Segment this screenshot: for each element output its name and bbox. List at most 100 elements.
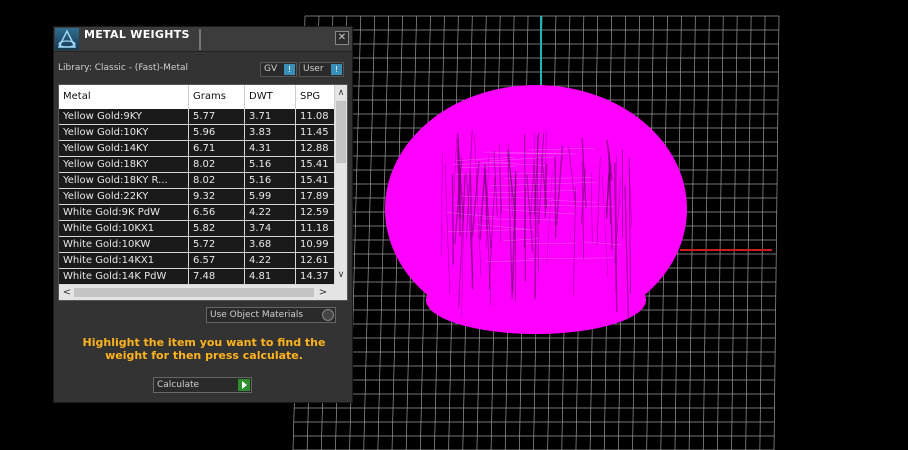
metal-cell: Yellow Gold:9KY [59, 109, 189, 124]
wire-streak [554, 156, 557, 238]
vertical-scrollbar[interactable]: ∧ ∨ [335, 85, 347, 285]
horizontal-scroll-thumb[interactable] [74, 288, 314, 297]
metal-weights-panel: METAL WEIGHTS ✕ Library: Classic - (Fast… [53, 26, 353, 403]
table-row[interactable]: Yellow Gold:18KY 8.02 5.16 15.41 [59, 157, 335, 173]
dwt-cell: 3.83 [245, 125, 296, 140]
grams-cell: 9.32 [189, 189, 245, 204]
grid-line [702, 15, 710, 450]
metal-cell: Yellow Gold:18KY R... [59, 173, 189, 188]
spg-cell: 12.88 [296, 141, 335, 156]
grid-line [688, 15, 696, 450]
metal-cell: Yellow Gold:22KY [59, 189, 189, 204]
spg-cell: 12.61 [296, 253, 335, 268]
gv-toggle-label: GV [264, 64, 278, 74]
gv-toggle[interactable]: GV ! [260, 62, 297, 77]
column-header-grams[interactable]: Grams [189, 85, 245, 109]
wire-streak [451, 174, 454, 265]
grams-cell: 5.72 [189, 237, 245, 252]
info-icon: ! [331, 64, 342, 75]
vertical-scroll-thumb[interactable] [336, 101, 346, 163]
spg-cell: 17.89 [296, 189, 335, 204]
magenta-wireframe-object[interactable] [385, 85, 687, 334]
grams-cell: 6.57 [189, 253, 245, 268]
grams-cell: 6.71 [189, 141, 245, 156]
table-body: Yellow Gold:9KY 5.77 3.71 11.08 Yellow Gold… [59, 109, 335, 285]
info-icon: ! [284, 64, 295, 75]
table-header: Metal Grams DWT SPG [59, 85, 335, 109]
table-row[interactable]: White Gold:14KX1 6.57 4.22 12.61 [59, 253, 335, 269]
spg-cell: 15.41 [296, 173, 335, 188]
user-toggle-label: User [303, 64, 324, 74]
metal-table: Metal Grams DWT SPG Yellow Gold:9KY 5.77 3… [58, 84, 348, 301]
horizontal-scrollbar[interactable]: < > [59, 285, 347, 300]
instruction-text: Highlight the item you want to find the … [82, 336, 326, 362]
grid-line [363, 15, 376, 450]
column-header-spg[interactable]: SPG [296, 85, 335, 109]
use-object-materials-label: Use Object Materials [210, 310, 304, 320]
metal-cell: White Gold:14K PdW [59, 269, 189, 284]
library-label: Library: Classic - (Fast)-Metal [58, 63, 189, 73]
table-row[interactable]: White Gold:14K PdW 7.48 4.81 14.37 [59, 269, 335, 285]
grams-cell: 6.56 [189, 205, 245, 220]
table-row[interactable]: Yellow Gold:22KY 9.32 5.99 17.89 [59, 189, 335, 205]
metal-cell: White Gold:10KW [59, 237, 189, 252]
column-header-dwt[interactable]: DWT [245, 85, 296, 109]
dwt-cell: 5.16 [245, 157, 296, 172]
panel-title: METAL WEIGHTS [84, 28, 190, 41]
grid-line [717, 15, 724, 450]
metal-cell: Yellow Gold:18KY [59, 157, 189, 172]
use-object-materials-toggle[interactable]: Use Object Materials [206, 307, 336, 323]
table-row[interactable]: Yellow Gold:9KY 5.77 3.71 11.08 [59, 109, 335, 125]
grid-line [731, 15, 738, 450]
table-row[interactable]: Yellow Gold:10KY 5.96 3.83 11.45 [59, 125, 335, 141]
metal-cell: Yellow Gold:14KY [59, 141, 189, 156]
table-row[interactable]: Yellow Gold:18KY R... 8.02 5.16 15.41 [59, 173, 335, 189]
grid-line [759, 15, 766, 450]
spg-cell: 11.45 [296, 125, 335, 140]
grams-cell: 5.96 [189, 125, 245, 140]
dwt-cell: 3.74 [245, 221, 296, 236]
calculate-button[interactable]: Calculate [153, 377, 252, 393]
grams-cell: 5.82 [189, 221, 245, 236]
radio-indicator-icon [322, 309, 334, 321]
dwt-cell: 5.99 [245, 189, 296, 204]
dwt-cell: 4.31 [245, 141, 296, 156]
spg-cell: 14.37 [296, 269, 335, 284]
table-row[interactable]: Yellow Gold:14KY 6.71 4.31 12.88 [59, 141, 335, 157]
wire-streak [524, 134, 527, 282]
table-row[interactable]: White Gold:9K PdW 6.56 4.22 12.59 [59, 205, 335, 221]
grid-line [377, 15, 389, 450]
scroll-down-icon[interactable]: ∨ [335, 269, 347, 281]
dwt-cell: 3.68 [245, 237, 296, 252]
table-row[interactable]: White Gold:10KX1 5.82 3.74 11.18 [59, 221, 335, 237]
grams-cell: 5.77 [189, 109, 245, 124]
metal-cell: Yellow Gold:10KY [59, 125, 189, 140]
spg-cell: 15.41 [296, 157, 335, 172]
grid-line [745, 15, 752, 450]
scroll-right-icon[interactable]: > [317, 285, 329, 300]
scroll-up-icon[interactable]: ∧ [335, 87, 347, 99]
title-tab-divider [199, 29, 201, 50]
dwt-cell: 4.22 [245, 253, 296, 268]
dwt-cell: 5.16 [245, 173, 296, 188]
panel-titlebar[interactable]: METAL WEIGHTS ✕ [54, 27, 352, 52]
dwt-cell: 3.71 [245, 109, 296, 124]
spg-cell: 12.59 [296, 205, 335, 220]
spg-cell: 10.99 [296, 237, 335, 252]
grams-cell: 8.02 [189, 157, 245, 172]
grams-cell: 7.48 [189, 269, 245, 284]
spg-cell: 11.08 [296, 109, 335, 124]
metal-cell: White Gold:14KX1 [59, 253, 189, 268]
play-arrow-icon [238, 379, 250, 391]
scroll-left-icon[interactable]: < [61, 285, 73, 300]
dwt-cell: 4.81 [245, 269, 296, 284]
table-row[interactable]: White Gold:10KW 5.72 3.68 10.99 [59, 237, 335, 253]
grid-line [773, 15, 780, 450]
app-logo-icon [55, 28, 79, 50]
spg-cell: 11.18 [296, 221, 335, 236]
close-icon[interactable]: ✕ [335, 31, 349, 45]
calculate-label: Calculate [157, 380, 200, 390]
column-header-metal[interactable]: Metal [59, 85, 189, 109]
metal-cell: White Gold:9K PdW [59, 205, 189, 220]
user-toggle[interactable]: User ! [299, 62, 344, 77]
